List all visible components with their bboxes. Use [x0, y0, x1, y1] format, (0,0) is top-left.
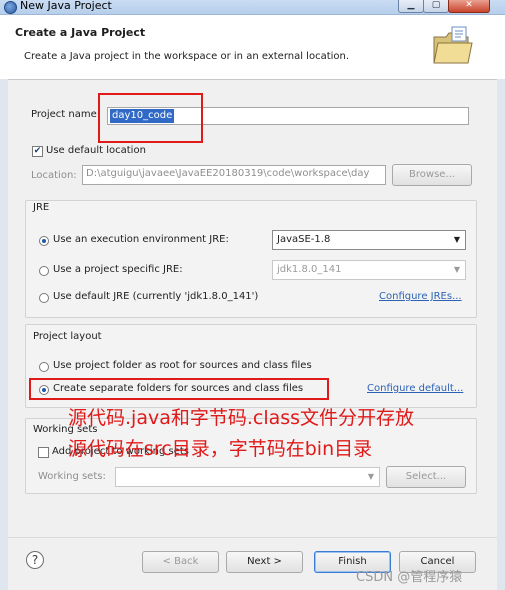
working-sets-label: Working sets:	[38, 471, 106, 482]
close-icon[interactable]: ✕	[448, 0, 490, 13]
working-sets-select[interactable]: ▼	[115, 467, 380, 487]
annotation-line-1: 源代码.java和字节码.class文件分开存放	[68, 407, 415, 429]
project-name-label: Project name:	[31, 109, 101, 120]
window-frame-left	[0, 79, 8, 590]
jre-project-specific-radio[interactable]	[39, 266, 49, 276]
chevron-down-icon: ▼	[367, 472, 374, 481]
browse-button[interactable]: Browse...	[392, 164, 472, 186]
annotation-box-project-name	[98, 93, 203, 143]
configure-default-link[interactable]: Configure default...	[367, 383, 463, 394]
window-frame-right	[497, 79, 505, 590]
location-value: D:\atguigu\javaee\JavaEE20180319\code\wo…	[86, 168, 370, 179]
eclipse-app-icon	[4, 1, 17, 14]
page-title: Create a Java Project	[15, 26, 146, 39]
project-layout-group-label: Project layout	[33, 331, 102, 342]
use-default-location-checkbox[interactable]: ✔	[32, 146, 43, 157]
configure-jres-link[interactable]: Configure JREs...	[379, 291, 462, 302]
use-default-location-label: Use default location	[46, 145, 146, 156]
location-label: Location:	[31, 170, 77, 181]
minimize-icon[interactable]: ▁	[398, 0, 424, 13]
jre-group-label: JRE	[33, 202, 50, 213]
annotation-box-layout	[29, 378, 329, 400]
jre-default-radio[interactable]	[39, 293, 49, 303]
back-button[interactable]: < Back	[142, 551, 219, 573]
layout-root-folder-label: Use project folder as root for sources a…	[53, 360, 312, 371]
layout-root-folder-radio[interactable]	[39, 362, 49, 372]
jre-default-label: Use default JRE (currently 'jdk1.8.0_141…	[53, 291, 259, 302]
project-jre-select[interactable]: jdk1.8.0_141 ▼	[272, 260, 466, 280]
watermark: CSDN @管程序猿	[356, 570, 463, 585]
add-to-working-sets-checkbox[interactable]	[38, 447, 49, 458]
project-jre-value: jdk1.8.0_141	[277, 264, 342, 275]
next-button[interactable]: Next >	[226, 551, 303, 573]
location-input[interactable]: D:\atguigu\javaee\JavaEE20180319\code\wo…	[82, 165, 386, 185]
execution-env-select[interactable]: JavaSE-1.8 ▼	[272, 230, 466, 250]
chevron-down-icon: ▼	[453, 235, 460, 244]
jre-execution-env-label: Use an execution environment JRE:	[53, 234, 229, 245]
jre-project-specific-label: Use a project specific JRE:	[53, 264, 183, 275]
annotation-line-2: 源代码在src目录，字节码在bin目录	[68, 438, 373, 460]
page-description: Create a Java project in the workspace o…	[24, 51, 350, 62]
folder-icon	[433, 26, 473, 64]
execution-env-value: JavaSE-1.8	[277, 234, 331, 245]
select-working-sets-button[interactable]: Select...	[386, 466, 466, 488]
jre-execution-env-radio[interactable]	[39, 236, 49, 246]
footer-divider	[8, 537, 497, 538]
chevron-down-icon: ▼	[453, 265, 460, 274]
maximize-icon[interactable]: ▢	[423, 0, 449, 13]
help-icon[interactable]: ?	[26, 551, 44, 569]
title-bar[interactable]: New Java Project ▁ ▢ ✕	[0, 0, 505, 15]
window-title: New Java Project	[20, 0, 112, 12]
